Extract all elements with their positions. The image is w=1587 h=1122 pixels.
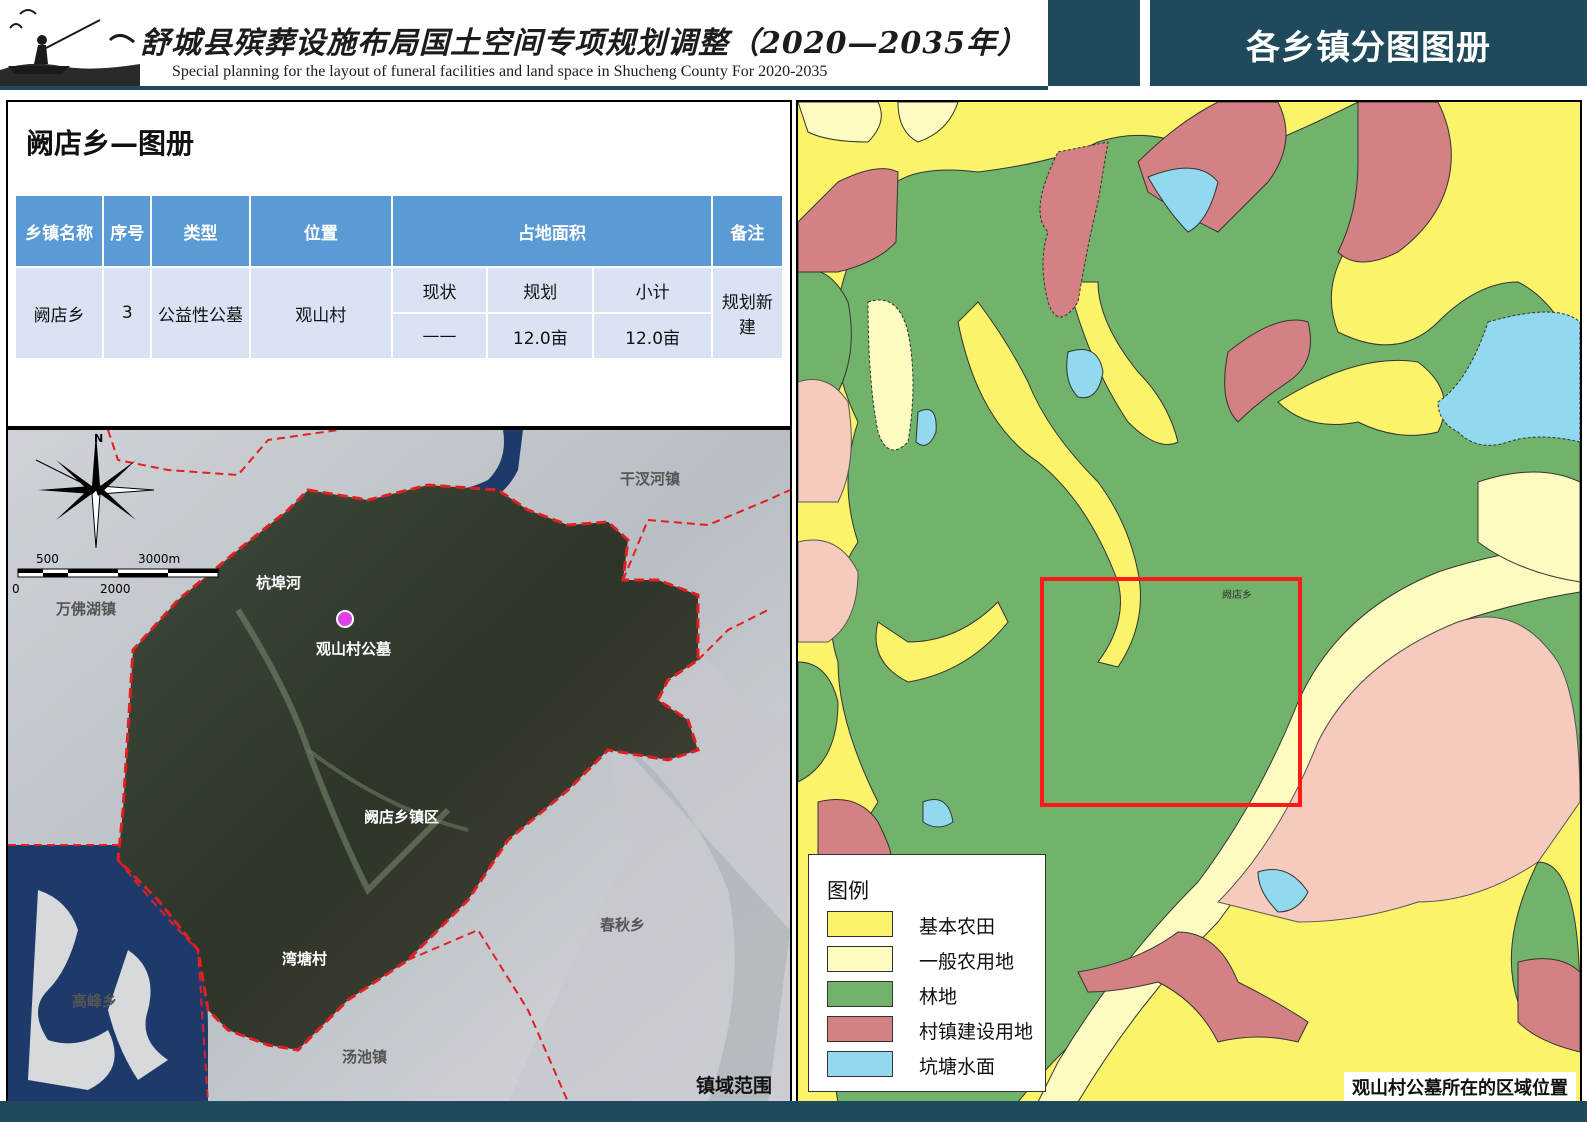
cell-planned: 12.0亩 [488, 314, 593, 358]
header-title-en: Special planning for the layout of funer… [172, 63, 828, 80]
label-wanfohu: 万佛湖镇 [56, 600, 117, 618]
cell-seq: 3 [104, 268, 151, 358]
table-row: 阙店乡 3 公益性公墓 观山村 现状 规划 小计 规划新建 [16, 268, 782, 358]
label-wantang: 湾塘村 [282, 950, 328, 968]
legend-swatch [827, 981, 893, 1007]
col-township: 乡镇名称 [16, 196, 103, 266]
legend-label: 一般农用地 [919, 951, 1015, 973]
township-satellite-map: N 500 3000m 0 2000 干汊河镇 杭埠河 万佛湖镇 观山村公墓 阙… [6, 428, 792, 1104]
cell-township: 阙店乡 [16, 268, 103, 358]
label-hangbuhe: 杭埠河 [256, 574, 302, 592]
cell-current: —— [392, 314, 487, 358]
legend-item-construction: 村镇建设用地 [827, 1016, 1041, 1043]
footer-band [0, 1101, 1587, 1122]
label-tangchi: 汤池镇 [342, 1048, 388, 1066]
cell-subtotal: 12.0亩 [594, 314, 711, 358]
label-gaofeng: 高峰乡 [72, 992, 118, 1010]
land-use-map: 阙店乡 图例 基本农田 一般农用地 林地 村镇建设用地 坑塘水面 观山村公墓所在… [796, 100, 1582, 1104]
legend-label: 村镇建设用地 [919, 1021, 1034, 1043]
left-map-caption: 镇域范围 [695, 1075, 772, 1097]
legend-swatch [827, 1051, 893, 1077]
north-label: N [94, 432, 104, 445]
legend-item-pond: 坑塘水面 [827, 1051, 1041, 1078]
cell-area-sub-planned: 规划 [488, 268, 593, 312]
satellite-map-graphic [8, 430, 790, 1102]
legend-label: 基本农田 [919, 916, 996, 938]
legend-item-forest: 林地 [827, 981, 1041, 1008]
col-type: 类型 [152, 196, 249, 266]
scale-label-2000: 2000 [100, 582, 131, 596]
panel-title: 阙店乡—图册 [26, 127, 195, 160]
cell-location: 观山村 [250, 268, 391, 358]
header-underline [0, 86, 1048, 90]
col-area: 占地面积 [392, 196, 711, 266]
area-label-quedian: 阙店乡 [1222, 590, 1252, 601]
label-qianhanhe: 干汊河镇 [620, 470, 681, 488]
label-quedian-town: 阙店乡镇区 [364, 808, 440, 826]
map-legend: 图例 基本农田 一般农用地 林地 村镇建设用地 坑塘水面 [808, 854, 1046, 1092]
cell-type: 公益性公墓 [152, 268, 249, 358]
col-location: 位置 [250, 196, 391, 266]
section-title: 各乡镇分图图册 [1246, 28, 1491, 68]
scale-label-3000m: 3000m [138, 552, 181, 566]
cell-area-sub-subtotal: 小计 [594, 268, 711, 312]
right-map-caption: 观山村公墓所在的区域位置 [1344, 1072, 1576, 1102]
cell-area-sub-current: 现状 [392, 268, 487, 312]
cemetery-marker [336, 610, 354, 628]
legend-label: 坑塘水面 [919, 1056, 996, 1078]
legend-title: 图例 [827, 879, 869, 903]
legend-label: 林地 [919, 986, 958, 1008]
logo-fisherman-icon [0, 0, 140, 86]
header-title-cn: 舒城县殡葬设施布局国土空间专项规划调整（2020—2035年） [140, 26, 1028, 61]
info-panel: 阙店乡—图册 乡镇名称 序号 类型 位置 占地面积 备注 阙店乡 3 公益性公墓… [6, 100, 792, 428]
legend-swatch [827, 946, 893, 972]
legend-item-basic-farm: 基本农田 [827, 911, 1041, 938]
label-cemetery: 观山村公墓 [316, 640, 392, 658]
legend-swatch [827, 911, 893, 937]
info-table: 乡镇名称 序号 类型 位置 占地面积 备注 阙店乡 3 公益性公墓 观山村 现状… [14, 194, 784, 360]
legend-item-general-farm: 一般农用地 [827, 946, 1041, 973]
cell-note: 规划新建 [712, 268, 782, 358]
scale-label-500: 500 [36, 552, 59, 566]
scale-label-0: 0 [12, 582, 20, 596]
scale-bar [17, 568, 219, 578]
header-separator [1140, 0, 1150, 86]
legend-swatch [827, 1016, 893, 1042]
label-chunqiu: 春秋乡 [600, 916, 646, 934]
col-note: 备注 [712, 196, 782, 266]
col-seq: 序号 [104, 196, 151, 266]
